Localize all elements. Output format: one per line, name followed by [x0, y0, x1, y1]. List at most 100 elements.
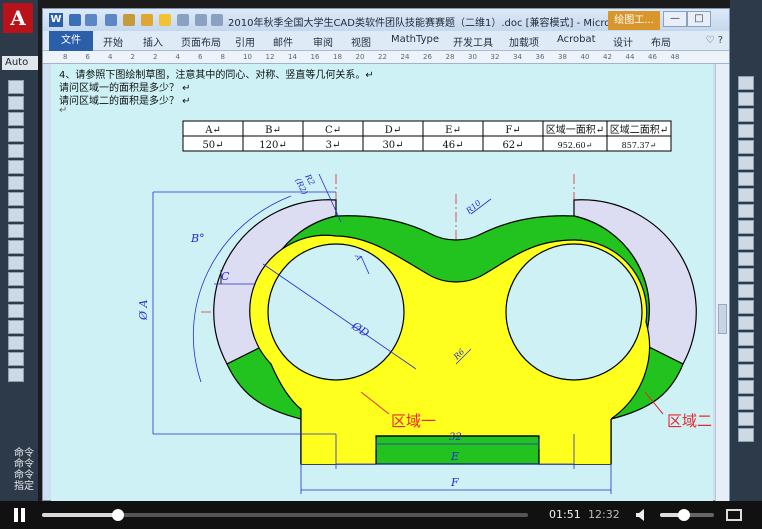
rotate-tool-icon[interactable]: [738, 172, 754, 186]
tab-page-layout[interactable]: 页面布局: [181, 34, 221, 49]
array-tool-icon[interactable]: [738, 140, 754, 154]
tab-mathtype[interactable]: MathType: [391, 34, 439, 45]
ellipse-arc-tool-icon[interactable]: [8, 240, 24, 254]
format-painter-icon[interactable]: [123, 14, 135, 26]
autocad-workspace-label[interactable]: Auto: [2, 56, 38, 70]
tab-references[interactable]: 引用: [235, 34, 255, 49]
pause-button[interactable]: [14, 508, 26, 522]
table-value-cell[interactable]: 3↵: [326, 140, 341, 151]
save-icon[interactable]: [69, 14, 81, 26]
copy-tool-icon[interactable]: [738, 92, 754, 106]
tab-home[interactable]: 开始: [103, 34, 123, 49]
dim-baseline-tool-icon[interactable]: [738, 412, 754, 426]
insert-block-tool-icon[interactable]: [8, 256, 24, 270]
table-value-cell[interactable]: 50↵: [202, 140, 223, 151]
maximize-button[interactable]: □: [687, 11, 711, 27]
scrollbar-thumb[interactable]: [718, 304, 727, 334]
chamfer-tool-icon[interactable]: [738, 284, 754, 298]
circle-tool-icon[interactable]: [8, 176, 24, 190]
gradient-tool-icon[interactable]: [8, 320, 24, 334]
autocad-logo-icon[interactable]: A: [3, 3, 33, 33]
table-value-cell[interactable]: 62↵: [502, 140, 523, 151]
table-value-cell[interactable]: 857.37↵: [622, 141, 657, 150]
point-tool-icon[interactable]: [8, 288, 24, 302]
toggle-icon[interactable]: [177, 14, 189, 26]
highlight-icon[interactable]: [141, 14, 153, 26]
construction-line-tool-icon[interactable]: [8, 96, 24, 110]
document-page[interactable]: 4、请参照下图绘制草图，注意其中的同心、对称、竖直等几何关系。↵ 请问区域一的面…: [51, 64, 713, 502]
break-tool-icon[interactable]: [738, 252, 754, 266]
table-header-cell[interactable]: C↵: [325, 125, 341, 136]
table-header-cell[interactable]: 区域一面积↵: [546, 123, 604, 136]
paragraph-icon[interactable]: [159, 14, 171, 26]
tab-view[interactable]: 视图: [351, 34, 371, 49]
tab-addins[interactable]: 加载项: [509, 34, 539, 49]
arc-tool-icon[interactable]: [8, 160, 24, 174]
pen-icon[interactable]: [195, 14, 207, 26]
fullscreen-button[interactable]: [726, 509, 742, 521]
dim-angular-tool-icon[interactable]: [738, 396, 754, 410]
extend-tool-icon[interactable]: [738, 236, 754, 250]
hatch-tool-icon[interactable]: [8, 304, 24, 318]
move-tool-icon[interactable]: [738, 156, 754, 170]
cad-drawing[interactable]: A↵ B↵ C↵ D↵ E↵ F↵ 区域一面积↵ 区域二面积↵ 50↵ 120↵ 3↵ 30↵ 46↵ 6…: [51, 64, 713, 502]
explode-tool-icon[interactable]: [738, 316, 754, 330]
undo-icon[interactable]: [85, 14, 97, 26]
progress-handle[interactable]: [111, 509, 124, 521]
table-header-cell[interactable]: E↵: [445, 125, 461, 136]
revcloud-tool-icon[interactable]: [8, 192, 24, 206]
drawing-tools-context-tab[interactable]: 绘图工...: [608, 11, 660, 30]
volume-handle[interactable]: [678, 509, 691, 521]
customize-qat-icon[interactable]: [211, 14, 223, 26]
vertical-scrollbar[interactable]: [715, 64, 729, 502]
dim-radius-tool-icon[interactable]: [738, 364, 754, 378]
fillet-tool-icon[interactable]: [738, 300, 754, 314]
minimize-button[interactable]: —: [663, 11, 687, 27]
polyline-tool-icon[interactable]: [8, 112, 24, 126]
rectangle-tool-icon[interactable]: [8, 144, 24, 158]
dim-linear-tool-icon[interactable]: [738, 332, 754, 346]
tab-insert[interactable]: 插入: [143, 34, 163, 49]
table-value-cell[interactable]: 952.60↵: [558, 141, 593, 150]
volume-slider[interactable]: [660, 509, 714, 521]
erase-tool-icon[interactable]: [738, 76, 754, 90]
tab-design[interactable]: 设计: [613, 34, 633, 49]
stretch-tool-icon[interactable]: [738, 204, 754, 218]
trim-tool-icon[interactable]: [738, 220, 754, 234]
tab-mailings[interactable]: 邮件: [273, 34, 293, 49]
scale-tool-icon[interactable]: [738, 188, 754, 202]
offset-tool-icon[interactable]: [738, 124, 754, 138]
tab-layout[interactable]: 布局: [651, 34, 671, 49]
table-header-cell[interactable]: F↵: [505, 125, 520, 136]
table-header-cell[interactable]: B↵: [265, 125, 281, 136]
make-block-tool-icon[interactable]: [8, 272, 24, 286]
spline-tool-icon[interactable]: [8, 208, 24, 222]
dim-aligned-tool-icon[interactable]: [738, 348, 754, 362]
table-header-cell[interactable]: 区域二面积↵: [610, 123, 668, 136]
line-tool-icon[interactable]: [8, 80, 24, 94]
redo-icon[interactable]: [105, 14, 117, 26]
word-title-bar[interactable]: W 2010年秋季全国大学生CAD类软件团队技能赛赛题（二维1）.doc [兼容…: [43, 9, 729, 31]
dim-diameter-tool-icon[interactable]: [738, 380, 754, 394]
region-tool-icon[interactable]: [8, 336, 24, 350]
word-app-icon[interactable]: W: [49, 13, 63, 27]
table-tool-icon[interactable]: [8, 352, 24, 366]
table-header-cell[interactable]: A↵: [204, 125, 221, 136]
horizontal-ruler[interactable]: 8 6 4 2 2 4 6 8 10 12 14 16 18 20 22 24 26 28 30 32 34 36 38 40…: [43, 51, 729, 64]
dim-continue-tool-icon[interactable]: [738, 428, 754, 442]
join-tool-icon[interactable]: [738, 268, 754, 282]
mirror-tool-icon[interactable]: [738, 108, 754, 122]
tab-acrobat[interactable]: Acrobat: [557, 34, 596, 45]
table-value-cell[interactable]: 120↵: [259, 140, 286, 151]
table-header-cell[interactable]: D↵: [385, 125, 401, 136]
polygon-tool-icon[interactable]: [8, 128, 24, 142]
ellipse-tool-icon[interactable]: [8, 224, 24, 238]
progress-bar[interactable]: [42, 509, 528, 521]
volume-icon[interactable]: [636, 509, 650, 521]
tab-developer[interactable]: 开发工具: [453, 34, 493, 49]
table-value-cell[interactable]: 46↵: [442, 140, 463, 151]
help-icon[interactable]: ♡ ?: [706, 35, 723, 46]
tab-file[interactable]: 文件: [49, 31, 93, 51]
table-value-cell[interactable]: 30↵: [382, 140, 403, 151]
tab-review[interactable]: 审阅: [313, 34, 333, 49]
